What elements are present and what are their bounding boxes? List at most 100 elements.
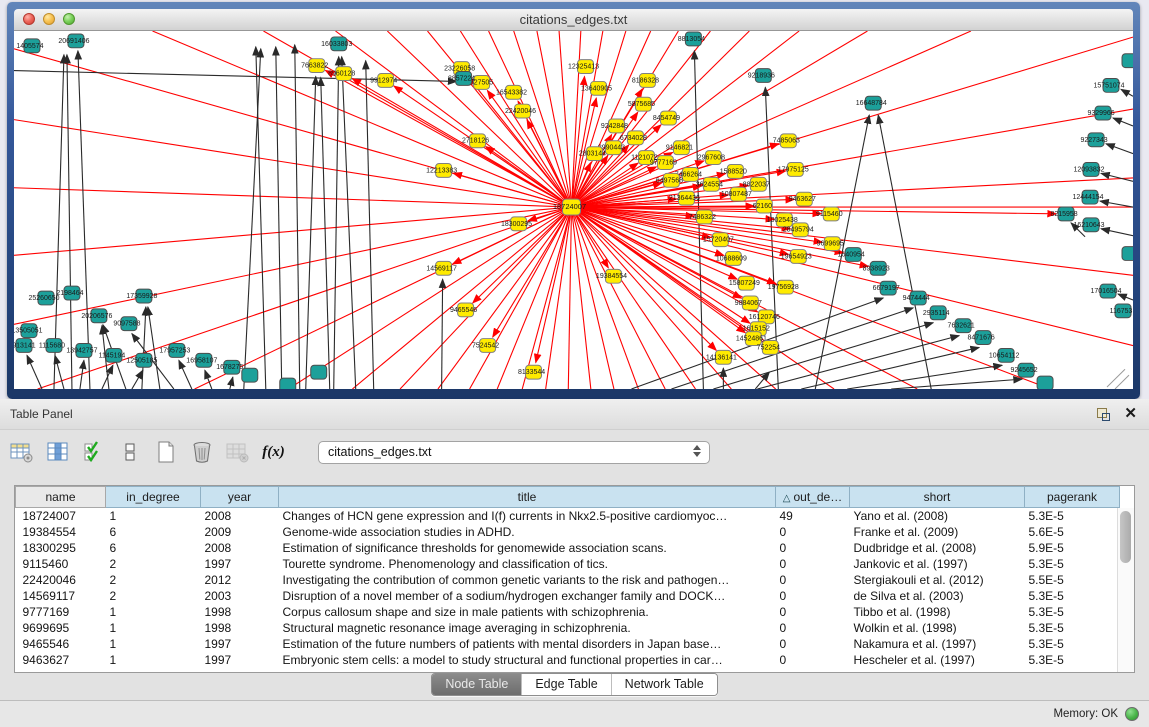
table-cell[interactable]: 1 xyxy=(106,604,201,620)
table-cell[interactable]: 5.6E-5 xyxy=(1025,524,1120,540)
new-table-icon[interactable] xyxy=(152,439,179,466)
table-cell[interactable]: 9777169 xyxy=(16,604,106,620)
table-cell[interactable]: 9463627 xyxy=(16,652,106,668)
table-cell[interactable]: 1998 xyxy=(201,604,279,620)
table-cell[interactable]: 1997 xyxy=(201,636,279,652)
network-graph[interactable]: 7663822896012899129742322605898275051654… xyxy=(14,31,1133,389)
table-cell[interactable]: Hescheler et al. (1997) xyxy=(850,652,1025,668)
graph-node-teal[interactable] xyxy=(1037,376,1053,389)
column-header-name[interactable]: name xyxy=(16,487,106,508)
table-scrollbar[interactable] xyxy=(1117,508,1134,672)
column-header-short[interactable]: short xyxy=(850,487,1025,508)
column-header-out_de[interactable]: △out_de… xyxy=(776,487,850,508)
table-row[interactable]: 911546021997Tourette syndrome. Phenomeno… xyxy=(16,556,1120,572)
table-cell[interactable]: Estimation of the future numbers of pati… xyxy=(279,636,776,652)
table-cell[interactable]: 5.3E-5 xyxy=(1025,604,1120,620)
table-cell[interactable]: 2003 xyxy=(201,588,279,604)
table-cell[interactable]: 2 xyxy=(106,588,201,604)
table-cell[interactable]: Stergiakouli et al. (2012) xyxy=(850,572,1025,588)
network-window-titlebar[interactable]: citations_edges.txt xyxy=(14,9,1133,31)
table-row[interactable]: 2242004622012Investigating the contribut… xyxy=(16,572,1120,588)
graph-node-teal[interactable] xyxy=(242,368,258,382)
table-cell[interactable]: 6 xyxy=(106,540,201,556)
table-cell[interactable]: 2008 xyxy=(201,540,279,556)
column-header-in_degree[interactable]: in_degree xyxy=(106,487,201,508)
table-cell[interactable]: 5.3E-5 xyxy=(1025,556,1120,572)
table-cell[interactable]: 2 xyxy=(106,572,201,588)
table-row[interactable]: 1830029562008Estimation of significance … xyxy=(16,540,1120,556)
table-cell[interactable]: 5.3E-5 xyxy=(1025,652,1120,668)
table-cell[interactable]: Changes of HCN gene expression and I(f) … xyxy=(279,508,776,525)
table-cell[interactable]: 0 xyxy=(776,620,850,636)
table-cell[interactable]: 5.9E-5 xyxy=(1025,540,1120,556)
show-columns-icon[interactable] xyxy=(44,439,71,466)
minimize-window-button[interactable] xyxy=(43,13,55,25)
graph-node-teal[interactable] xyxy=(1122,247,1133,261)
table-cell[interactable]: 5.3E-5 xyxy=(1025,636,1120,652)
table-cell[interactable]: 22420046 xyxy=(16,572,106,588)
table-cell[interactable]: Estimation of significance thresholds fo… xyxy=(279,540,776,556)
table-cell[interactable]: de Silva et al. (2003) xyxy=(850,588,1025,604)
graph-node-teal[interactable] xyxy=(1122,54,1133,68)
table-cell[interactable]: Tourette syndrome. Phenomenology and cla… xyxy=(279,556,776,572)
table-cell[interactable]: Franke et al. (2009) xyxy=(850,524,1025,540)
table-cell[interactable]: 2008 xyxy=(201,508,279,525)
table-cell[interactable]: Dudbridge et al. (2008) xyxy=(850,540,1025,556)
column-header-pagerank[interactable]: pagerank xyxy=(1025,487,1120,508)
tab-edge-table[interactable]: Edge Table xyxy=(521,674,610,695)
table-row[interactable]: 969969511998Structural magnetic resonanc… xyxy=(16,620,1120,636)
table-cell[interactable]: 1997 xyxy=(201,556,279,572)
graph-node-teal[interactable] xyxy=(311,365,327,379)
table-cell[interactable]: 49 xyxy=(776,508,850,525)
table-cell[interactable]: 0 xyxy=(776,572,850,588)
close-window-button[interactable] xyxy=(23,13,35,25)
table-cell[interactable]: 0 xyxy=(776,540,850,556)
table-cell[interactable]: Structural magnetic resonance image aver… xyxy=(279,620,776,636)
float-panel-icon[interactable] xyxy=(1097,408,1110,421)
table-cell[interactable]: 5.3E-5 xyxy=(1025,588,1120,604)
table-cell[interactable]: Genome-wide association studies in ADHD. xyxy=(279,524,776,540)
table-cell[interactable]: Yano et al. (2008) xyxy=(850,508,1025,525)
table-cell[interactable]: 1997 xyxy=(201,652,279,668)
table-row[interactable]: 1872400712008Changes of HCN gene express… xyxy=(16,508,1120,525)
table-cell[interactable]: Corpus callosum shape and size in male p… xyxy=(279,604,776,620)
table-cell[interactable]: 14569117 xyxy=(16,588,106,604)
table-row[interactable]: 1456911722003Disruption of a novel membe… xyxy=(16,588,1120,604)
table-cell[interactable]: Nakamura et al. (1997) xyxy=(850,636,1025,652)
table-row[interactable]: 946554611997Estimation of the future num… xyxy=(16,636,1120,652)
table-cell[interactable]: Wolkin et al. (1998) xyxy=(850,620,1025,636)
table-cell[interactable]: 0 xyxy=(776,588,850,604)
table-cell[interactable]: 19384554 xyxy=(16,524,106,540)
table-selector-dropdown[interactable]: citations_edges.txt xyxy=(318,441,710,464)
table-cell[interactable]: 0 xyxy=(776,604,850,620)
table-cell[interactable]: 2012 xyxy=(201,572,279,588)
table-cell[interactable]: Jankovic et al. (1997) xyxy=(850,556,1025,572)
table-cell[interactable]: Embryonic stem cells: a model to study s… xyxy=(279,652,776,668)
table-row[interactable]: 977716911998Corpus callosum shape and si… xyxy=(16,604,1120,620)
table-cell[interactable]: 5.3E-5 xyxy=(1025,620,1120,636)
table-cell[interactable]: 9115460 xyxy=(16,556,106,572)
table-cell[interactable]: Investigating the contribution of common… xyxy=(279,572,776,588)
table-cell[interactable]: 1 xyxy=(106,620,201,636)
table-cell[interactable]: 0 xyxy=(776,524,850,540)
table-cell[interactable]: Disruption of a novel member of a sodium… xyxy=(279,588,776,604)
table-cell[interactable]: 0 xyxy=(776,652,850,668)
table-cell[interactable]: 0 xyxy=(776,556,850,572)
table-cell[interactable]: 1 xyxy=(106,636,201,652)
tab-network-table[interactable]: Network Table xyxy=(611,674,717,695)
table-cell[interactable]: 2009 xyxy=(201,524,279,540)
table-row[interactable]: 946362711997Embryonic stem cells: a mode… xyxy=(16,652,1120,668)
table-cell[interactable]: 0 xyxy=(776,636,850,652)
column-header-title[interactable]: title xyxy=(279,487,776,508)
function-builder-icon[interactable]: f(x) xyxy=(260,439,287,466)
table-cell[interactable]: 6 xyxy=(106,524,201,540)
table-cell[interactable]: 5.5E-5 xyxy=(1025,572,1120,588)
table-scrollbar-thumb[interactable] xyxy=(1120,511,1131,563)
graph-node-teal[interactable] xyxy=(280,378,296,389)
select-rows-icon[interactable] xyxy=(80,439,107,466)
close-panel-icon[interactable]: ✕ xyxy=(1124,407,1137,421)
table-cell[interactable]: 5.3E-5 xyxy=(1025,508,1120,525)
table-cell[interactable]: Tibbo et al. (1998) xyxy=(850,604,1025,620)
table-cell[interactable]: 18724007 xyxy=(16,508,106,525)
row-options-icon[interactable] xyxy=(116,439,143,466)
